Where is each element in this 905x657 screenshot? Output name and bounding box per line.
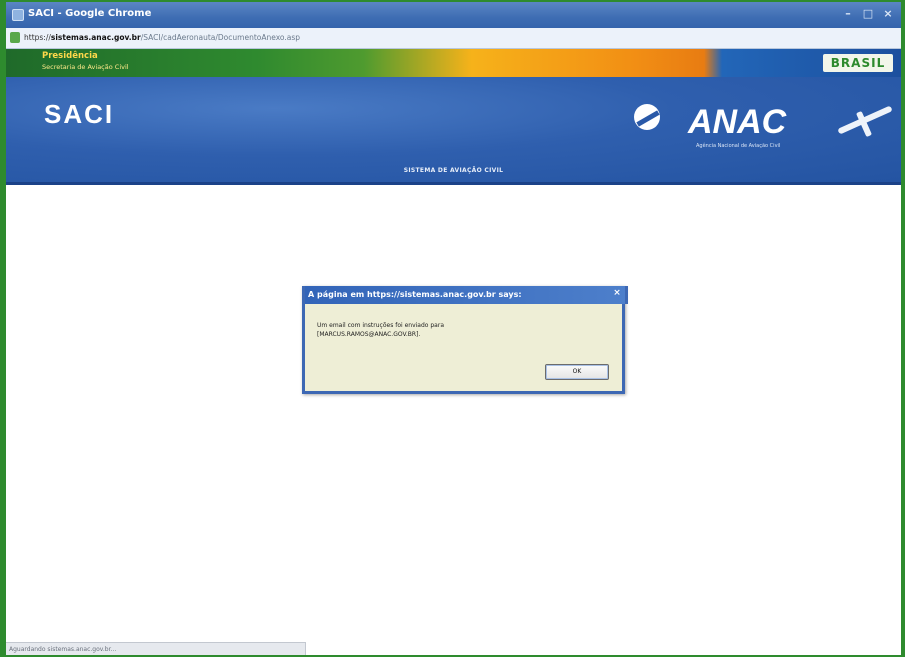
url-host: sistemas.anac.gov.br [50,33,141,42]
secretaria-label: Secretaria de Aviação Civil [42,63,129,71]
maximize-button[interactable]: □ [859,7,877,21]
anac-logo-text: ANAC [688,103,787,141]
page-content [6,185,901,625]
ok-button[interactable]: OK [545,364,609,380]
status-bar: Aguardando sistemas.anac.gov.br... [6,642,306,655]
url-text[interactable]: https://sistemas.anac.gov.br/SACI/cadAer… [24,28,300,48]
saci-banner: SACI ANAC Agência Nacional de Aviação Ci… [6,77,901,185]
saci-logo-text: SACI [44,99,115,129]
browser-window: SACI - Google Chrome – □ × https://siste… [6,2,901,655]
url-scheme: https:// [24,33,51,42]
window-title: SACI - Google Chrome [28,8,152,19]
chrome-app-icon [12,9,24,21]
system-name: SISTEMA DE AVIAÇÃO CIVIL [403,167,504,174]
address-bar[interactable]: https://sistemas.anac.gov.br/SACI/cadAer… [6,28,901,49]
presidencia-label: Presidência [42,51,98,61]
anac-swoosh-icon [634,104,660,130]
window-titlebar[interactable]: SACI - Google Chrome – □ × [6,2,901,28]
dialog-title-text: A página em https://sistemas.anac.gov.br… [308,290,522,299]
brasil-logo: BRASIL [823,54,893,72]
url-path: /SACI/cadAeronauta/DocumentoAnexo.asp [140,33,301,42]
anac-logo-subtitle: Agência Nacional de Aviação Civil [696,143,781,149]
dialog-title: A página em https://sistemas.anac.gov.br… [302,286,628,304]
ssl-lock-icon [10,32,20,43]
alert-dialog: A página em https://sistemas.anac.gov.br… [302,286,628,394]
close-button[interactable]: × [879,7,897,21]
government-header: Presidência Secretaria de Aviação Civil … [6,49,901,77]
dialog-message: Um email com instruções foi enviado para… [317,322,444,338]
minimize-button[interactable]: – [839,7,857,21]
dialog-close-icon[interactable]: × [609,286,625,300]
